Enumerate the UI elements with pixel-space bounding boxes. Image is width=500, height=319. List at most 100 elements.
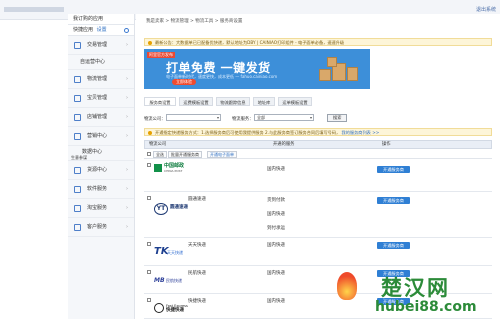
- col-actions: 操作: [382, 142, 391, 147]
- table-row: 中国邮政 CHINA POST 国内快递 开通服务商: [144, 160, 492, 192]
- tab-waybill-template[interactable]: 运单模板设置: [278, 97, 312, 106]
- tab-freight-template[interactable]: 运费模板设置: [179, 97, 213, 106]
- table-row: TK 天天快递 天天快递 国内快递 开通服务商: [144, 239, 492, 266]
- logo-subtext: CHINA POST: [164, 169, 183, 173]
- sidebar-item-taobao[interactable]: 淘宝服务 ›: [68, 199, 134, 218]
- company-name: 快捷快递: [188, 299, 206, 304]
- my-apps-header[interactable]: 我订购的应用: [68, 14, 134, 25]
- chevron-right-icon: ›: [126, 186, 128, 192]
- sidebar-item-logistics[interactable]: 物流管理 ›: [68, 70, 134, 89]
- service-item: 货到付款: [267, 198, 285, 203]
- minhang-logo-mark: MB: [154, 277, 165, 284]
- china-post-icon: [154, 164, 162, 172]
- my-providers-link[interactable]: 我的服务商列表 >>: [342, 130, 380, 135]
- sidebar-item-goods[interactable]: 宝贝管理 ›: [68, 89, 134, 108]
- batch-action-bar: 全选 批量开通服务商 开通电子面单: [144, 150, 492, 159]
- sidebar-item-marketing[interactable]: 营销中心 ›: [68, 127, 134, 146]
- select-all-checkbox[interactable]: [147, 152, 151, 156]
- chevron-right-icon: ›: [126, 95, 128, 101]
- sidebar-item-label: 软件服务: [87, 186, 108, 192]
- row-checkbox[interactable]: [147, 196, 151, 200]
- table-header: 物流公司 开通的服务 操作: [144, 140, 492, 149]
- logo-text: 快捷快递: [166, 308, 184, 313]
- open-provider-button[interactable]: 开通服务商: [377, 242, 410, 249]
- chevron-right-icon: ›: [126, 42, 128, 48]
- logout-link[interactable]: 退出系统: [476, 6, 496, 13]
- sidebar-item-label: 营销中心: [87, 133, 108, 139]
- truck-icon: [74, 76, 81, 83]
- watermark-cn: 楚汉网: [381, 276, 450, 300]
- notice-icon: [148, 41, 152, 45]
- gear-icon[interactable]: [124, 28, 129, 33]
- table-row: YT 圆通速递 圆通速递 货到付款 国内快递 到付承运 开通服务商: [144, 193, 492, 238]
- sidebar-item-label: 宝贝管理: [87, 95, 108, 101]
- open-provider-button[interactable]: 开通服务商: [377, 197, 410, 204]
- logo-text: 天天快递: [167, 250, 183, 255]
- chevron-right-icon: ›: [126, 133, 128, 139]
- announcement-text[interactable]: 最新公告：大数据单已已配备优快递，默认地址为DBY | CAINIAO打印组件 …: [155, 40, 344, 45]
- company-select[interactable]: [166, 114, 221, 121]
- sidebar-item-source[interactable]: 货源中心 ›: [68, 161, 134, 180]
- search-button[interactable]: 搜索: [327, 114, 348, 122]
- filter-bar: 物流公司： 物流服务： 全部 搜索: [144, 114, 492, 124]
- sidebar-item-trade[interactable]: 交易管理 ›: [68, 36, 134, 55]
- info-icon: [148, 131, 152, 135]
- company-name: 天天快递: [188, 243, 206, 248]
- select-all-button[interactable]: 全选: [153, 151, 167, 158]
- sidebar-subitem-data[interactable]: 数据中心 生意参谋: [68, 146, 134, 161]
- banner-try-button[interactable]: 立即体验: [172, 79, 196, 85]
- ttk-logo: TK 天天快递: [154, 247, 194, 259]
- announcement-bar: 最新公告：大数据单已已配备优快递，默认地址为DBY | CAINIAO打印组件 …: [144, 38, 492, 46]
- chevron-right-icon: ›: [126, 76, 128, 82]
- sidebar-item-label: 店铺管理: [87, 114, 108, 120]
- open-provider-button[interactable]: 开通服务商: [377, 166, 410, 173]
- site-logo: [4, 7, 64, 12]
- chevron-right-icon: ›: [126, 114, 128, 120]
- col-services: 开通的服务: [273, 142, 295, 147]
- row-checkbox[interactable]: [147, 298, 151, 302]
- service-item: 国内快递: [267, 271, 285, 276]
- tab-tracking-info[interactable]: 物流跟踪信息: [216, 97, 250, 106]
- company-name: 民航快递: [188, 271, 206, 276]
- service-item: 国内快递: [267, 212, 285, 217]
- row-checkbox[interactable]: [147, 270, 151, 274]
- goods-icon: [74, 95, 81, 102]
- tab-provider-settings[interactable]: 服务商设置: [144, 97, 176, 106]
- tab-address-book[interactable]: 地址库: [253, 97, 275, 106]
- sidebar-item-label: 物流管理: [87, 76, 108, 82]
- chevron-right-icon: ›: [126, 224, 128, 230]
- sidebar-item-shop[interactable]: 店铺管理 ›: [68, 108, 134, 127]
- service-filter-label: 物流服务：: [232, 117, 254, 122]
- sidebar-subitem-self-operation[interactable]: 自运营中心: [68, 55, 134, 70]
- logo-text: 圆通速递: [170, 205, 188, 210]
- col-company: 物流公司: [149, 142, 167, 147]
- banner-label: 阿里官方发布: [147, 52, 175, 58]
- software-icon: [74, 186, 81, 193]
- batch-open-button[interactable]: 批量开通服务商: [168, 151, 202, 158]
- service-item: 到付承运: [267, 226, 285, 231]
- shortcut-apps-label: 快捷应用: [73, 27, 94, 33]
- fast-express-logo-mark: [154, 303, 164, 313]
- sidebar-item-software[interactable]: 软件服务 ›: [68, 180, 134, 199]
- minhang-logo: MB 民航快递: [154, 277, 194, 289]
- row-checkbox[interactable]: [147, 163, 151, 167]
- china-post-logo: 中国邮政 CHINA POST: [154, 164, 194, 176]
- customer-icon: [74, 224, 81, 231]
- row-checkbox[interactable]: [147, 242, 151, 246]
- promo-banner[interactable]: 阿里官方发布 打单免费 一键发货 电子面单新时代，速度更快，成本更低 — fah…: [144, 49, 370, 89]
- shortcut-apps-header: 快捷应用 设置: [68, 25, 134, 36]
- boxes-illustration: [319, 57, 359, 85]
- trade-icon: [74, 42, 81, 49]
- service-select[interactable]: 全部: [254, 114, 314, 121]
- logo-text: 民航快递: [166, 278, 182, 283]
- service-item: 国内快递: [267, 299, 285, 304]
- esheet-button[interactable]: 开通电子面单: [207, 151, 237, 158]
- shortcut-settings-link[interactable]: 设置: [97, 27, 107, 33]
- yto-logo-mark: YT: [154, 203, 168, 215]
- sidebar-item-customer[interactable]: 客户服务 ›: [68, 218, 134, 237]
- chevron-right-icon: ›: [126, 167, 128, 173]
- info-bar: 开通指定快递服务方式：1.选择服务商后可使用我提供服务 2.与此服务商签订服务合…: [144, 128, 492, 136]
- sidebar-item-label: 交易管理: [87, 42, 108, 48]
- watermark-url: hubei88.com: [375, 299, 477, 315]
- sidebar-item-label: 客户服务: [87, 224, 108, 230]
